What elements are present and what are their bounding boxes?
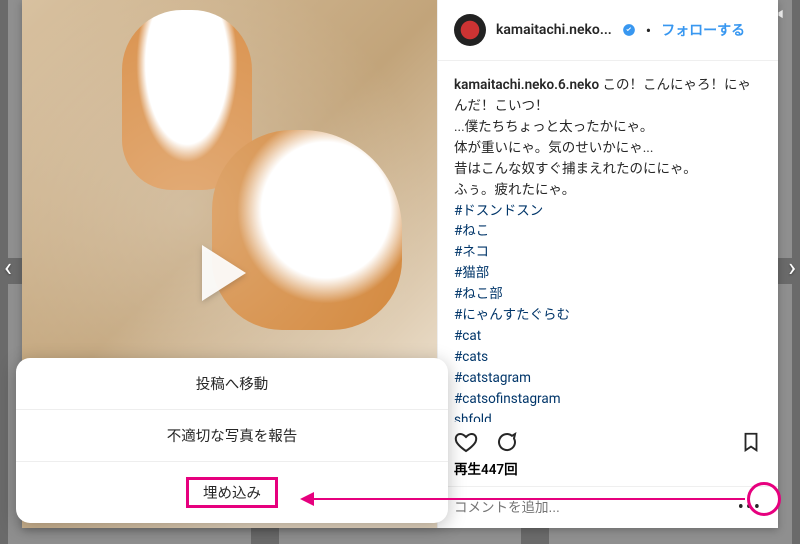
menu-embed[interactable]: 埋め込み — [16, 461, 448, 523]
hashtag[interactable]: #catsofinstagram — [454, 389, 762, 410]
avatar[interactable] — [454, 14, 486, 46]
post-header: kamaitachi.neko... • フォローする — [438, 0, 778, 61]
hashtag[interactable]: #猫部 — [454, 263, 762, 284]
menu-embed-label: 埋め込み — [186, 477, 278, 508]
hashtag[interactable]: #ねこ — [454, 221, 762, 242]
hashtag[interactable]: #ドスンドスン — [454, 201, 762, 222]
hashtag[interactable]: #cat — [454, 326, 762, 347]
annotation-circle — [747, 482, 781, 516]
hashtag[interactable]: #cats — [454, 347, 762, 368]
add-comment-row: ••• — [438, 486, 778, 528]
comment-input[interactable] — [454, 500, 728, 515]
like-icon[interactable] — [454, 430, 478, 454]
caption-username[interactable]: kamaitachi.neko.6.neko — [454, 77, 599, 93]
caption-line: 昔はこんな奴すぐ捕まえれたのににゃ。 — [454, 161, 697, 177]
view-count: 再生447回 — [438, 456, 778, 486]
action-bar — [438, 422, 778, 456]
hashtag[interactable]: #ネコ — [454, 242, 762, 263]
play-icon[interactable] — [202, 245, 246, 301]
separator-dot: • — [646, 21, 651, 40]
prev-post-button[interactable]: ‹ — [4, 253, 12, 283]
menu-report[interactable]: 不適切な写真を報告 — [16, 409, 448, 461]
caption-scroll[interactable]: kamaitachi.neko.6.neko この！こんにゃろ！にゃんだ！こいつ… — [438, 61, 778, 422]
username[interactable]: kamaitachi.neko... — [496, 22, 612, 38]
annotation-arrow-icon — [300, 492, 314, 506]
hashtag[interactable]: #にゃんすたぐらむ — [454, 305, 762, 326]
next-post-button[interactable]: › — [788, 253, 796, 283]
follow-button[interactable]: フォローする — [661, 20, 745, 40]
post-sidebar: kamaitachi.neko... • フォローする kamaitachi.n… — [437, 0, 778, 528]
annotation-line — [310, 498, 745, 500]
comment-icon[interactable] — [494, 430, 518, 454]
menu-go-to-post[interactable]: 投稿へ移動 — [16, 358, 448, 409]
caption-line: ふぅ。疲れたにゃ。 — [454, 182, 575, 198]
verified-icon — [622, 23, 636, 37]
caption-line: 体が重いにゃ。気のせいかにゃ... — [454, 140, 653, 156]
hashtag[interactable]: shfold — [454, 410, 762, 422]
hashtag[interactable]: #ねこ部 — [454, 284, 762, 305]
caption-line: ...僕たちちょっと太ったかにゃ。 — [454, 119, 653, 135]
bookmark-icon[interactable] — [740, 431, 762, 453]
hashtag[interactable]: #catstagram — [454, 368, 762, 389]
